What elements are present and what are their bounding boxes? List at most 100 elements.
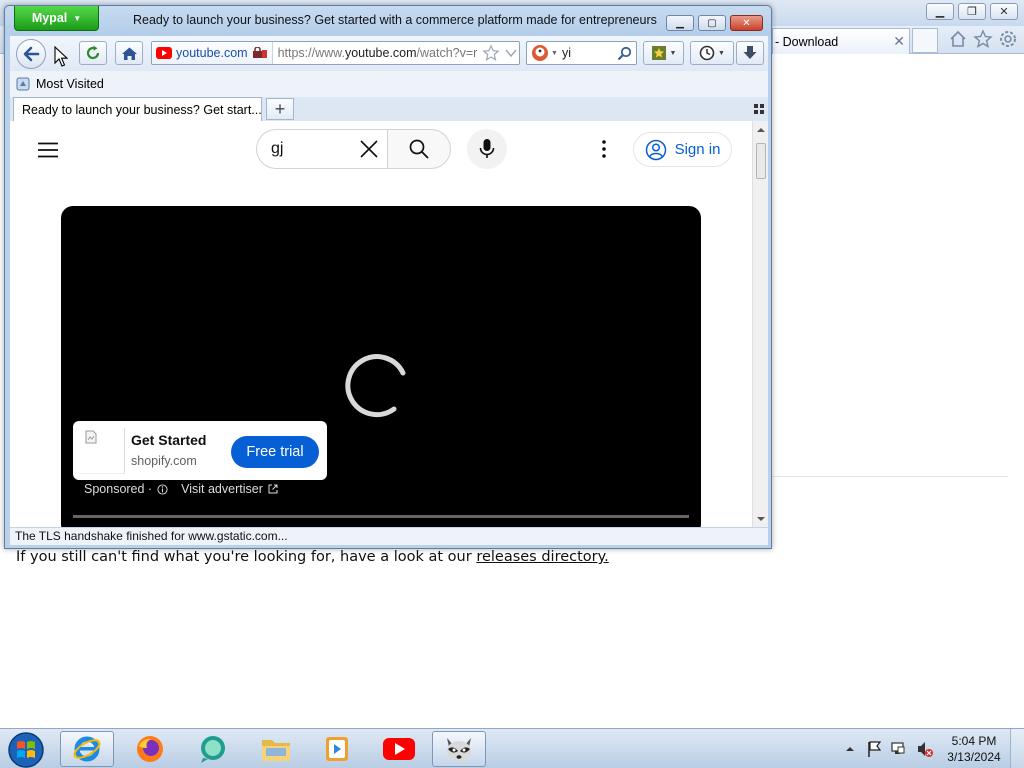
sponsored-row: Sponsored · Visit advertiser (84, 482, 278, 496)
minimize-button[interactable]: ▁ (666, 15, 694, 31)
window-title: Ready to launch your business? Get start… (133, 13, 657, 27)
site-identity-button[interactable]: youtube.com (152, 42, 273, 64)
home-icon (121, 47, 137, 60)
reload-button[interactable] (79, 41, 107, 65)
video-player[interactable]: Get Started shopify.com Free trial Spons… (61, 206, 701, 527)
divider (772, 476, 1008, 477)
url-domain: youtube.com (344, 46, 417, 60)
scroll-up-arrow-icon[interactable] (753, 124, 768, 136)
tab-strip: Ready to launch your business? Get start… (10, 97, 768, 121)
home-button[interactable] (115, 41, 143, 65)
search-bar[interactable]: ▼ yi (526, 41, 637, 65)
bookmarks-toolbar: Most Visited (10, 71, 768, 97)
browser-window: Mypal ▼ Ready to launch your business? G… (4, 5, 772, 549)
start-button[interactable] (4, 730, 48, 768)
volume-muted-icon (918, 742, 933, 757)
favorites-star-icon[interactable] (973, 29, 993, 49)
back-arrow-icon (23, 46, 40, 62)
mouse-pointer-icon (54, 46, 68, 67)
search-icon (409, 139, 429, 159)
youtube-icon (383, 738, 415, 760)
scrollbar-thumb[interactable] (756, 143, 766, 179)
clock-icon (699, 45, 715, 61)
search-input[interactable]: yi (562, 46, 571, 60)
clock-date: 3/13/2024 (947, 750, 1001, 764)
sign-in-label: Sign in (674, 141, 721, 158)
system-tray[interactable] (842, 735, 942, 763)
new-tab-button[interactable]: + (266, 98, 294, 120)
action-center-flag-icon (868, 741, 882, 757)
background-tab-label: - Download (775, 34, 839, 49)
more-vertical-icon[interactable] (600, 139, 608, 159)
tab-youtube-ad[interactable]: Ready to launch your business? Get start… (13, 97, 262, 121)
page-scrollbar[interactable] (752, 121, 768, 527)
menu-hamburger-icon[interactable] (37, 142, 59, 158)
ad-thumbnail (79, 428, 125, 474)
releases-directory-link[interactable]: releases directory. (476, 549, 608, 565)
sign-in-button[interactable]: Sign in (633, 132, 732, 167)
url-prefix: https://www. (277, 46, 345, 60)
chevron-down-icon: ▼ (669, 49, 677, 57)
app-menu-label: Mypal (31, 11, 68, 25)
chevron-down-icon: ▼ (551, 49, 558, 57)
bookmark-most-visited[interactable]: Most Visited (36, 77, 104, 91)
ad-card[interactable]: Get Started shopify.com Free trial (73, 421, 327, 480)
scroll-down-arrow-icon[interactable] (753, 513, 768, 525)
taskbar-clock[interactable]: 5:04 PM 3/13/2024 (944, 733, 1004, 765)
free-trial-button[interactable]: Free trial (231, 436, 319, 468)
taskbar-youtube[interactable] (372, 731, 426, 767)
show-hidden-icons-icon (846, 747, 854, 751)
close-button[interactable]: ✕ (730, 15, 763, 31)
history-button[interactable]: ▼ (690, 41, 734, 65)
home-icon[interactable] (948, 29, 968, 49)
microphone-icon (479, 139, 495, 158)
background-new-tab-button[interactable] (912, 28, 938, 53)
external-link-icon (268, 484, 278, 494)
bookmarks-menu-button[interactable]: ▼ (643, 41, 684, 65)
url-text[interactable]: https://www.youtube.com/watch?v=r (273, 46, 478, 60)
account-circle-icon (645, 139, 666, 160)
firefox-icon (137, 736, 163, 762)
bg-minimize-button[interactable]: ▁ (926, 3, 954, 20)
search-icon[interactable] (617, 46, 632, 61)
taskbar-internet-explorer[interactable] (60, 731, 114, 767)
settings-gear-icon[interactable] (998, 29, 1018, 49)
ad-title: Get Started (131, 432, 207, 448)
window-titlebar: Mypal ▼ Ready to launch your business? G… (5, 6, 771, 36)
reload-icon (86, 45, 100, 60)
duckduckgo-engine-icon[interactable] (531, 44, 549, 62)
background-tab-download[interactable]: - Download ✕ (772, 28, 910, 54)
taskbar-firefox[interactable] (123, 731, 177, 767)
bg-close-button[interactable]: ✕ (990, 3, 1018, 20)
media-player-icon (326, 737, 348, 761)
show-desktop-button[interactable] (1010, 729, 1024, 768)
folder-icon (262, 740, 290, 761)
folder-bookmark-icon (16, 77, 30, 91)
url-dropdown-icon[interactable] (504, 47, 518, 59)
downloads-button[interactable] (736, 41, 764, 65)
info-icon[interactable] (157, 483, 168, 495)
visit-advertiser-link[interactable]: Visit advertiser (181, 482, 263, 496)
maximize-button[interactable]: ▢ (698, 15, 726, 31)
background-tab-close-icon[interactable]: ✕ (893, 33, 905, 50)
taskbar-media-player[interactable] (310, 731, 364, 767)
taskbar-file-explorer[interactable] (249, 731, 303, 767)
bookmark-star-icon[interactable] (481, 44, 500, 62)
tab-list-grid-icon[interactable] (754, 104, 764, 114)
network-icon (891, 742, 905, 754)
url-bar[interactable]: youtube.com https://www.youtube.com/watc… (151, 41, 520, 65)
taskbar-chat-app[interactable] (186, 731, 240, 767)
video-progress-bar[interactable] (73, 515, 689, 518)
taskbar-mypal[interactable] (432, 731, 486, 767)
clear-search-icon[interactable] (359, 139, 379, 159)
mixed-content-lock-icon (252, 47, 267, 58)
taskbar: 5:04 PM 3/13/2024 (0, 728, 1024, 768)
app-menu-button[interactable]: Mypal ▼ (14, 6, 99, 31)
bg-restore-button[interactable]: ❐ (958, 3, 986, 20)
youtube-search-button[interactable] (387, 129, 451, 169)
back-button[interactable] (16, 39, 46, 69)
voice-search-button[interactable] (467, 129, 507, 169)
raccoon-mypal-icon (447, 738, 471, 761)
chevron-down-icon: ▼ (718, 49, 725, 57)
chat-bubble-icon (201, 736, 225, 763)
